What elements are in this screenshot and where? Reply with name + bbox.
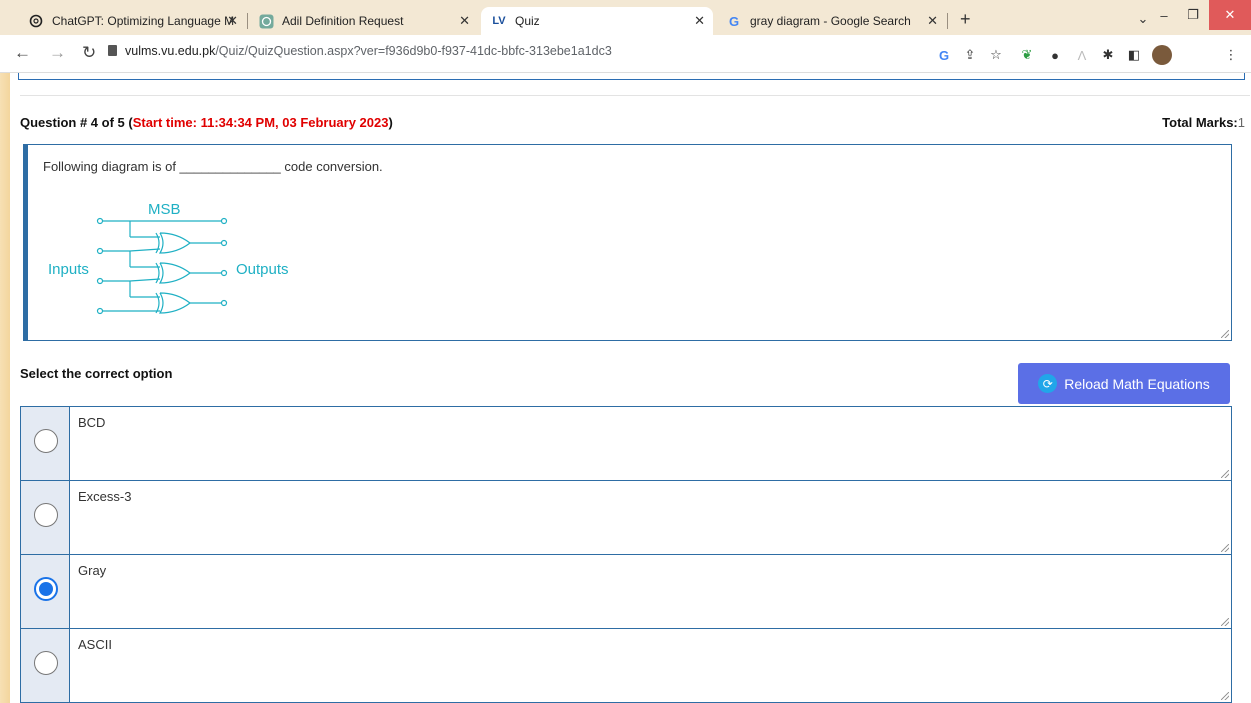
close-tab-icon[interactable]: ✕ — [694, 13, 705, 29]
option-label: ASCII — [78, 637, 112, 652]
tab-quiz[interactable]: LV Quiz ✕ — [481, 7, 713, 35]
option-radio[interactable] — [34, 651, 58, 675]
question-box: Following diagram is of ______________ c… — [23, 144, 1232, 341]
close-tab-icon[interactable]: ✕ — [459, 13, 470, 29]
option-label: BCD — [78, 415, 106, 430]
option-row[interactable]: ASCII — [20, 628, 1232, 703]
share-icon[interactable]: ⇪ — [961, 47, 979, 63]
reload-math-button[interactable]: ⟳ Reload Math Equations — [1018, 363, 1230, 404]
close-tab-icon[interactable]: ✕ — [927, 13, 938, 29]
lock-icon — [108, 45, 117, 56]
tab-bar: ChatGPT: Optimizing Language M ✕ Adil De… — [0, 0, 1251, 35]
google-icon: G — [728, 13, 740, 29]
resize-handle-icon[interactable] — [1221, 618, 1229, 626]
tab-google[interactable]: G gray diagram - Google Search ✕ — [716, 7, 946, 35]
refresh-icon: ⟳ — [1038, 374, 1058, 393]
option-radio[interactable] — [34, 503, 58, 527]
close-tab-icon[interactable]: ✕ — [227, 13, 238, 29]
vu-logo-icon: LV — [492, 15, 506, 27]
msb-label: MSB — [148, 201, 181, 218]
inputs-label: Inputs — [48, 261, 89, 278]
tab-chatgpt[interactable]: ChatGPT: Optimizing Language M ✕ — [18, 7, 246, 35]
start-time: Start time: 11:34:34 PM, 03 February 202… — [132, 115, 389, 130]
tab-adil[interactable]: Adil Definition Request ✕ — [248, 7, 478, 35]
resize-handle-icon[interactable] — [1221, 544, 1229, 552]
select-option-label: Select the correct option — [20, 366, 173, 381]
option-row[interactable]: BCD — [20, 406, 1232, 481]
resize-handle-icon[interactable] — [1221, 470, 1229, 478]
url-field[interactable]: vulms.vu.edu.pk/Quiz/QuizQuestion.aspx?v… — [108, 44, 612, 58]
quiz-page: Question # 4 of 5 (Start time: 11:34:34 … — [10, 73, 1251, 703]
option-label: Excess-3 — [78, 489, 132, 504]
close-window-icon[interactable]: ✕ — [1209, 0, 1251, 30]
option-row[interactable]: Gray — [20, 554, 1232, 629]
extension-icon[interactable]: ● — [1046, 47, 1064, 63]
gray-code-diagram: MSB Inputs Outputs — [48, 201, 289, 315]
resize-handle-icon[interactable] — [1221, 692, 1229, 700]
resize-handle-icon[interactable] — [1221, 330, 1229, 338]
reload-page-icon[interactable]: ↻ — [82, 43, 96, 63]
total-marks: Total Marks:1 — [1162, 115, 1245, 130]
openai-icon — [28, 13, 44, 29]
avatar[interactable] — [1152, 45, 1172, 65]
minimize-icon[interactable]: – — [1150, 0, 1178, 30]
new-tab-icon[interactable]: + — [960, 9, 971, 30]
previous-panel-border — [18, 73, 1245, 80]
extension-icon[interactable]: ❦ — [1018, 47, 1036, 63]
puzzle-icon[interactable]: ✱ — [1099, 47, 1117, 63]
restore-icon[interactable]: ❐ — [1180, 0, 1206, 30]
divider — [20, 95, 1250, 96]
back-icon[interactable]: ← — [14, 43, 31, 63]
option-radio-selected[interactable] — [34, 577, 58, 601]
question-text: Following diagram is of ______________ c… — [43, 159, 383, 174]
options-list: BCD Excess-3 Gray ASCII — [20, 406, 1232, 703]
option-radio[interactable] — [34, 429, 58, 453]
outputs-label: Outputs — [236, 261, 289, 278]
option-row[interactable]: Excess-3 — [20, 480, 1232, 555]
extension-icon[interactable]: Λ — [1073, 47, 1091, 63]
chatgpt-icon — [258, 13, 274, 29]
menu-dots-icon[interactable]: ⋮ — [1222, 47, 1240, 63]
google-translate-icon[interactable]: G — [935, 47, 953, 63]
question-header: Question # 4 of 5 (Start time: 11:34:34 … — [20, 115, 393, 130]
side-panel-icon[interactable]: ◧ — [1125, 47, 1143, 63]
bookmark-star-icon[interactable]: ☆ — [987, 47, 1005, 63]
forward-icon[interactable]: → — [49, 43, 66, 63]
option-label: Gray — [78, 563, 107, 578]
